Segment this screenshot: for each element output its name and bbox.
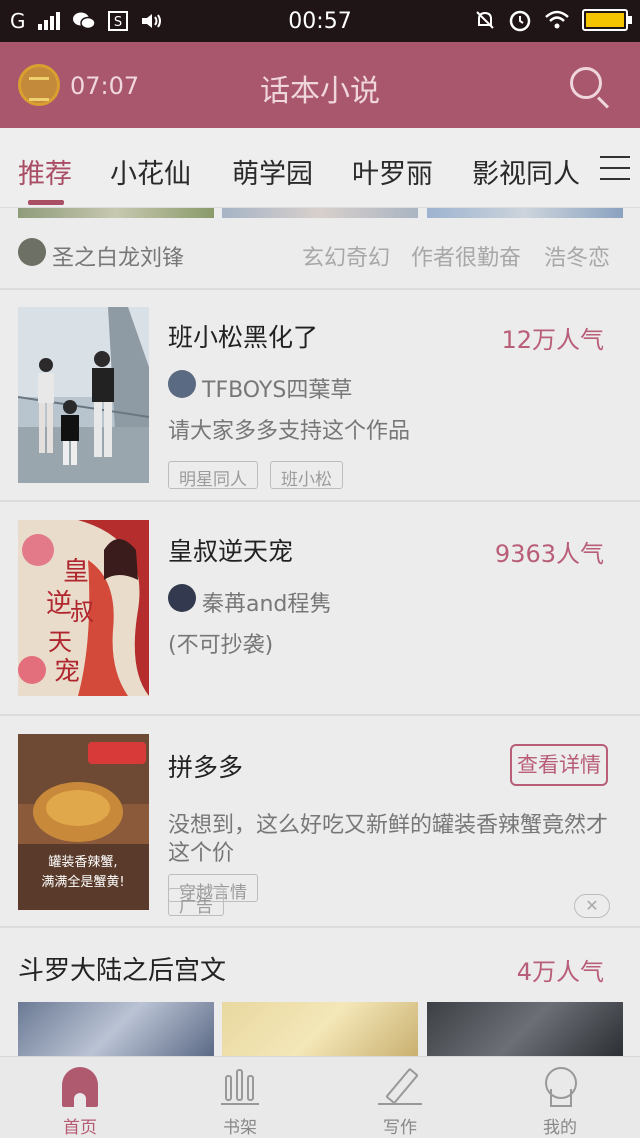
book-author[interactable]: TFBOYS四葉草	[202, 372, 352, 404]
category-tabs: 推荐 小花仙 萌学园 叶罗丽 影视同人	[0, 128, 640, 208]
author-avatar	[168, 584, 196, 612]
cover-image[interactable]	[427, 1002, 623, 1056]
profile-icon	[542, 1067, 578, 1107]
book-description: (不可抄袭)	[168, 633, 274, 658]
tab-mengxueyuan[interactable]: 萌学园	[232, 152, 313, 191]
genre-tag: 玄幻奇幻	[302, 246, 391, 271]
divider	[0, 926, 640, 928]
svg-text:叔: 叔	[70, 598, 94, 626]
popularity: 9363人气	[494, 540, 604, 568]
cover-image[interactable]	[18, 1002, 214, 1056]
genre-tag: 作者很勤奋	[411, 246, 522, 271]
book-cover[interactable]: 皇 逆 叔 天 宠	[18, 520, 149, 696]
app-title: 话本小说	[260, 74, 380, 109]
book-tag[interactable]: 明星同人	[168, 461, 258, 490]
book-tag[interactable]: 班小松	[270, 461, 343, 490]
book-title[interactable]: 皇叔逆天宠	[168, 532, 293, 568]
bookshelf-icon	[221, 1069, 259, 1105]
author-row[interactable]: 圣之白龙刘锋 玄幻奇幻 作者很勤奋 浩冬恋	[0, 228, 640, 288]
author-avatar	[168, 370, 196, 398]
home-icon	[62, 1067, 98, 1107]
genre-tag: 浩冬恋	[544, 246, 611, 271]
book-title[interactable]: 班小松黑化了	[168, 318, 318, 354]
search-icon[interactable]	[570, 67, 602, 99]
nav-label: 我的	[543, 1118, 577, 1138]
ad-image[interactable]: 罐装香辣蟹, 满满全是蟹黄!	[18, 734, 149, 910]
tab-recommend[interactable]: 推荐	[18, 152, 72, 191]
popularity: 12万人气	[501, 326, 604, 354]
nav-label: 首页	[63, 1118, 97, 1138]
ad-description: 没想到，这么好吃又新鲜的罐装香辣蟹竟然才这个价	[168, 813, 609, 866]
author-avatar	[18, 238, 46, 266]
tab-yeluoli[interactable]: 叶罗丽	[352, 152, 433, 191]
ad-label: 广告	[168, 888, 224, 917]
section-popularity: 4万人气	[516, 958, 604, 986]
view-details-button[interactable]: 查看详情	[510, 744, 608, 786]
svg-text:逆: 逆	[46, 589, 72, 619]
book-description: 请大家多多支持这个作品	[168, 419, 411, 444]
section-title[interactable]: 斗罗大陆之后宫文	[18, 950, 226, 987]
svg-text:皇: 皇	[63, 557, 89, 587]
book-author[interactable]: 秦苒and程隽	[202, 586, 331, 618]
book-cover[interactable]	[18, 307, 149, 483]
nav-label: 写作	[383, 1118, 417, 1138]
book-item[interactable]: 班小松黑化了 12万人气 TFBOYS四葉草 请大家多多支持这个作品 明星同人 …	[0, 290, 640, 500]
svg-text:满满全是蟹黄!: 满满全是蟹黄!	[41, 874, 124, 890]
nav-label: 书架	[223, 1118, 257, 1138]
status-right	[474, 8, 632, 32]
cover-image[interactable]	[427, 208, 623, 218]
ad-item[interactable]: 罐装香辣蟹, 满满全是蟹黄! 拼多多 查看详情 没想到，这么好吃又新鲜的罐装香辣…	[0, 716, 640, 926]
book-item[interactable]: 皇 逆 叔 天 宠 皇叔逆天宠 9363人气 秦苒and程隽 (不可抄袭) 穿越…	[0, 502, 640, 903]
ad-title[interactable]: 拼多多	[168, 748, 243, 784]
cover-image[interactable]	[18, 208, 214, 218]
close-ad-icon[interactable]: ✕	[574, 894, 610, 918]
pen-icon	[378, 1067, 422, 1105]
status-bar: G S 00:57	[0, 0, 640, 42]
svg-text:罐装香辣蟹,: 罐装香辣蟹,	[48, 855, 117, 870]
app-header: 07:07 话本小说	[0, 42, 640, 128]
battery-icon	[582, 9, 632, 31]
menu-icon[interactable]	[600, 156, 630, 180]
svg-text:宠: 宠	[54, 657, 80, 687]
tab-film-fanfic[interactable]: 影视同人	[472, 152, 580, 191]
cover-image[interactable]	[222, 1002, 418, 1056]
wifi-icon	[545, 10, 569, 29]
svg-text:天: 天	[48, 628, 72, 656]
alarm-icon	[509, 10, 531, 32]
cover-image[interactable]	[222, 208, 418, 218]
bottom-navigation: 首页 书架 写作 我的	[0, 1056, 640, 1138]
content-feed: 圣之白龙刘锋 玄幻奇幻 作者很勤奋 浩冬恋 班小松黑化了 12万人气 TFBOY…	[0, 208, 640, 1056]
nav-profile[interactable]: 我的	[480, 1057, 640, 1138]
nav-write[interactable]: 写作	[320, 1057, 480, 1138]
author-name: 圣之白龙刘锋	[52, 246, 185, 271]
nav-bookshelf[interactable]: 书架	[160, 1057, 320, 1138]
notification-off-icon	[476, 11, 494, 29]
nav-home[interactable]: 首页	[0, 1057, 160, 1138]
tab-xiaohuaxian[interactable]: 小花仙	[110, 152, 191, 191]
active-tab-indicator	[28, 200, 64, 205]
